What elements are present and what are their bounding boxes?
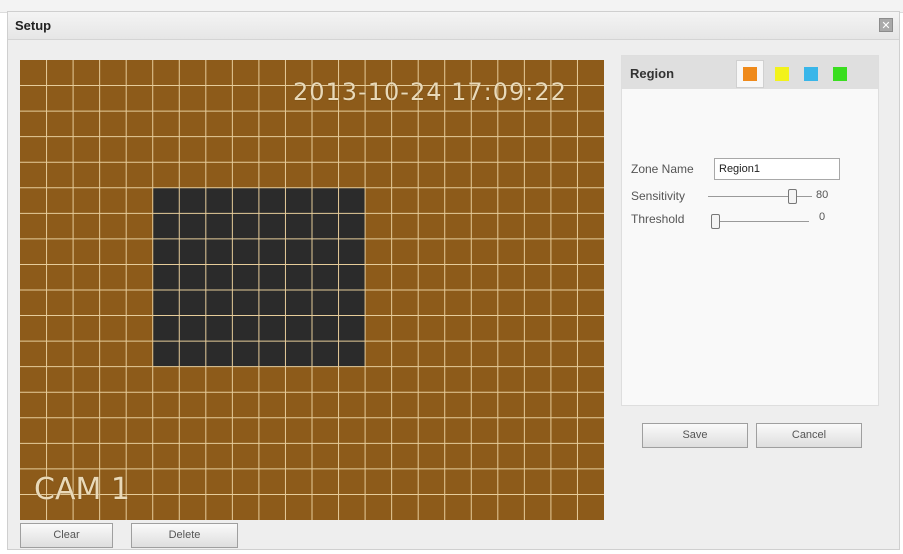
selected-cell[interactable] xyxy=(152,238,180,265)
dialog-title: Setup xyxy=(15,18,52,33)
selected-cell[interactable] xyxy=(152,315,180,342)
dialog-titlebar: Setup ✕ xyxy=(8,12,899,40)
region-label: Region xyxy=(630,66,675,81)
selected-cell[interactable] xyxy=(205,213,233,239)
selected-cell[interactable] xyxy=(258,238,286,265)
save-button[interactable]: Save xyxy=(642,423,748,448)
selected-cell[interactable] xyxy=(338,290,366,316)
selected-cell[interactable] xyxy=(152,341,180,367)
selected-cell[interactable] xyxy=(338,315,366,342)
region-color-green[interactable] xyxy=(833,67,847,81)
selected-cell[interactable] xyxy=(312,315,339,342)
selected-cell[interactable] xyxy=(312,264,339,290)
region-settings-panel: Region Zone Name Sensitivity 80 Threshol… xyxy=(621,55,879,406)
selected-cell[interactable] xyxy=(258,315,286,342)
selected-cell[interactable] xyxy=(312,187,339,214)
selected-cell[interactable] xyxy=(312,290,339,316)
selected-cell[interactable] xyxy=(205,187,233,214)
sensitivity-label: Sensitivity xyxy=(631,189,686,203)
selected-cell[interactable] xyxy=(232,315,259,342)
motion-grid[interactable] xyxy=(20,60,604,520)
region-color-orange[interactable] xyxy=(743,67,757,81)
selected-cell[interactable] xyxy=(205,238,233,265)
selected-cell[interactable] xyxy=(205,315,233,342)
selected-cell[interactable] xyxy=(338,264,366,290)
selected-cell[interactable] xyxy=(232,213,259,239)
selected-cell[interactable] xyxy=(232,290,259,316)
selected-cell[interactable] xyxy=(258,264,286,290)
selected-cell[interactable] xyxy=(179,290,206,316)
clear-button[interactable]: Clear xyxy=(20,523,113,548)
selected-cell[interactable] xyxy=(179,264,206,290)
selected-cell[interactable] xyxy=(152,264,180,290)
selected-cell[interactable] xyxy=(258,290,286,316)
selected-cell[interactable] xyxy=(285,238,312,265)
selected-cell[interactable] xyxy=(285,264,312,290)
close-icon[interactable]: ✕ xyxy=(879,18,893,32)
region-color-yellow[interactable] xyxy=(775,67,789,81)
dialog-body: 2013-10-24 17:09:22 CAM 1 Clear Delete R… xyxy=(8,40,899,549)
selected-cell[interactable] xyxy=(152,213,180,239)
video-timestamp: 2013-10-24 17:09:22 xyxy=(293,78,567,106)
cancel-button[interactable]: Cancel xyxy=(756,423,862,448)
selected-cell[interactable] xyxy=(152,290,180,316)
threshold-slider-thumb[interactable] xyxy=(711,214,720,229)
selected-cell[interactable] xyxy=(285,315,312,342)
selected-cell[interactable] xyxy=(312,341,339,367)
selected-cell[interactable] xyxy=(205,290,233,316)
selected-cell[interactable] xyxy=(258,341,286,367)
selected-cell[interactable] xyxy=(232,341,259,367)
selected-cell[interactable] xyxy=(205,341,233,367)
selected-cell[interactable] xyxy=(312,213,339,239)
selected-cell[interactable] xyxy=(232,187,259,214)
selected-cell[interactable] xyxy=(338,341,366,367)
selected-cell[interactable] xyxy=(258,187,286,214)
selected-cell[interactable] xyxy=(338,187,366,214)
selected-cell[interactable] xyxy=(258,213,286,239)
motion-detection-video-grid[interactable]: 2013-10-24 17:09:22 CAM 1 xyxy=(20,60,604,520)
threshold-value: 0 xyxy=(819,211,826,223)
selected-cell[interactable] xyxy=(205,264,233,290)
selected-cell[interactable] xyxy=(285,290,312,316)
selected-cell[interactable] xyxy=(179,341,206,367)
selected-cell[interactable] xyxy=(232,264,259,290)
setup-dialog: Setup ✕ 2013-10-24 17:09:22 CAM 1 Clear … xyxy=(7,11,900,550)
camera-name: CAM 1 xyxy=(34,472,130,507)
selected-cell[interactable] xyxy=(179,315,206,342)
selected-cell[interactable] xyxy=(179,238,206,265)
selected-cell[interactable] xyxy=(179,187,206,214)
selected-cell[interactable] xyxy=(338,238,366,265)
selected-cell[interactable] xyxy=(179,213,206,239)
selected-cell[interactable] xyxy=(312,238,339,265)
selected-cell[interactable] xyxy=(232,238,259,265)
selected-cell[interactable] xyxy=(152,187,180,214)
selected-cell[interactable] xyxy=(285,187,312,214)
selected-cell[interactable] xyxy=(338,213,366,239)
region-color-blue[interactable] xyxy=(804,67,818,81)
sensitivity-slider-thumb[interactable] xyxy=(788,189,797,204)
threshold-label: Threshold xyxy=(631,212,685,226)
sensitivity-value: 80 xyxy=(816,189,829,201)
region-header: Region xyxy=(622,56,878,89)
zone-name-input[interactable] xyxy=(714,158,840,180)
threshold-slider-track[interactable] xyxy=(711,221,809,222)
zone-name-label: Zone Name xyxy=(631,162,694,176)
selected-cell[interactable] xyxy=(285,341,312,367)
delete-button[interactable]: Delete xyxy=(131,523,238,548)
selected-cell[interactable] xyxy=(285,213,312,239)
